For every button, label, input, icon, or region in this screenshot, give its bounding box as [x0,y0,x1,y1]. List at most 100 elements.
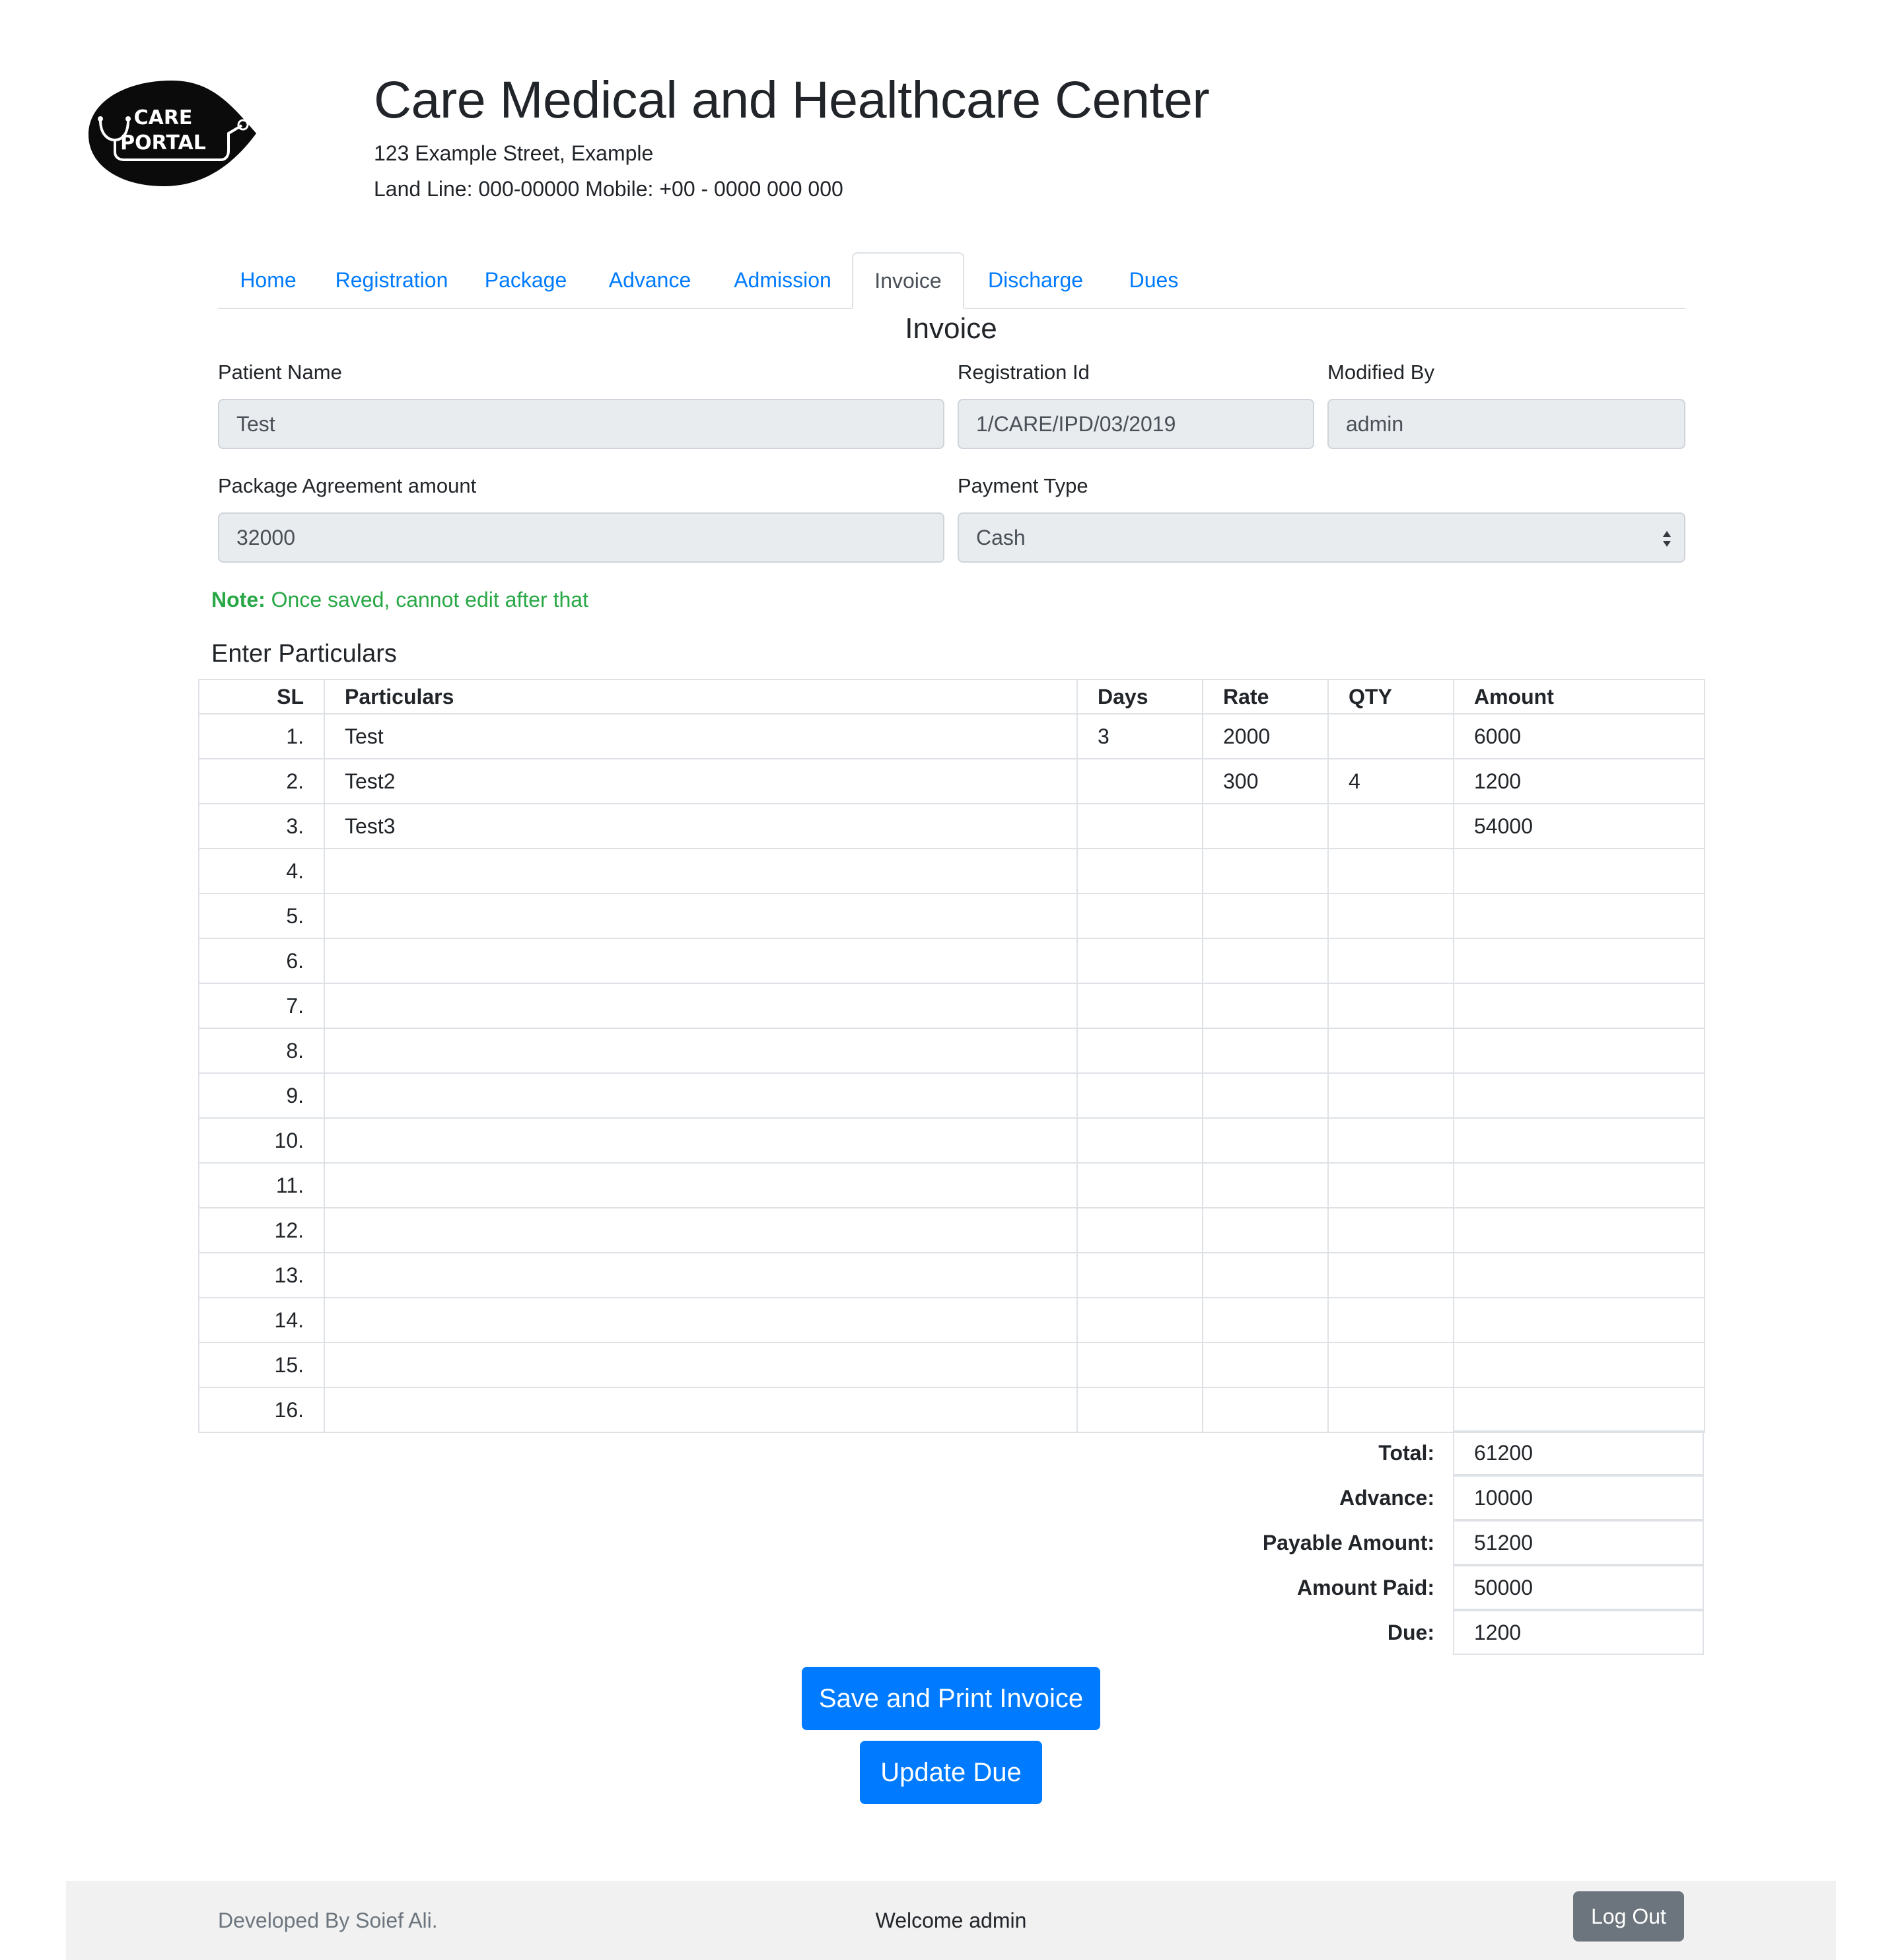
cell-rate[interactable] [1202,1117,1329,1164]
cell-days[interactable] [1076,893,1203,939]
tab-admission[interactable]: Admission [713,252,852,308]
cell-qty[interactable] [1327,1072,1454,1119]
cell-days[interactable] [1076,803,1203,849]
cell-qty[interactable] [1327,893,1454,939]
cell-amount[interactable] [1453,1297,1705,1343]
tab-registration[interactable]: Registration [318,252,465,308]
modified-by-field[interactable] [1327,399,1685,449]
cell-amount[interactable] [1453,1162,1705,1208]
cell-qty[interactable] [1327,803,1454,849]
cell-days[interactable] [1076,848,1203,894]
cell-rate[interactable] [1202,1072,1329,1119]
cell-rate[interactable] [1202,1162,1329,1208]
table-row: 12. [198,1207,1705,1253]
cell-amount[interactable] [1453,1342,1705,1388]
cell-days[interactable] [1076,758,1203,804]
update-due-button[interactable]: Update Due [860,1741,1042,1804]
cell-particulars[interactable] [324,1028,1078,1074]
cell-rate[interactable] [1202,1342,1329,1388]
cell-amount[interactable] [1453,1387,1705,1433]
cell-amount[interactable] [1453,1117,1705,1164]
cell-qty[interactable] [1327,1207,1454,1253]
cell-amount[interactable]: 6000 [1453,713,1705,759]
cell-qty[interactable] [1327,1117,1454,1164]
cell-particulars[interactable] [324,1387,1078,1433]
cell-amount[interactable] [1453,1207,1705,1253]
logout-button[interactable]: Log Out [1573,1891,1684,1942]
cell-qty[interactable] [1327,1297,1454,1343]
patient-name-field[interactable] [218,399,944,449]
cell-days[interactable] [1076,1252,1203,1298]
payment-type-select[interactable]: Cash [958,512,1685,563]
cell-days[interactable] [1076,1117,1203,1164]
tab-dues[interactable]: Dues [1107,252,1201,308]
cell-qty[interactable] [1327,1342,1454,1388]
cell-amount[interactable] [1453,983,1705,1029]
cell-days[interactable]: 3 [1076,713,1203,759]
cell-days[interactable] [1076,1207,1203,1253]
cell-rate[interactable] [1202,1028,1329,1074]
cell-rate[interactable] [1202,983,1329,1029]
cell-rate[interactable]: 2000 [1202,713,1329,759]
cell-particulars[interactable] [324,1252,1078,1298]
cell-amount[interactable] [1453,848,1705,894]
tab-advance[interactable]: Advance [586,252,713,308]
cell-qty[interactable]: 4 [1327,758,1454,804]
cell-days[interactable] [1076,1162,1203,1208]
cell-rate[interactable] [1202,938,1329,984]
cell-qty[interactable] [1327,1387,1454,1433]
save-print-invoice-button[interactable]: Save and Print Invoice [802,1667,1100,1730]
cell-amount[interactable]: 1200 [1453,758,1705,804]
cell-rate[interactable] [1202,1252,1329,1298]
cell-days[interactable] [1076,1072,1203,1119]
total-value[interactable]: 50000 [1453,1565,1704,1610]
cell-particulars[interactable]: Test [324,713,1078,759]
cell-days[interactable] [1076,983,1203,1029]
cell-amount[interactable]: 54000 [1453,803,1705,849]
tab-home[interactable]: Home [218,252,318,308]
cell-qty[interactable] [1327,1252,1454,1298]
cell-qty[interactable] [1327,938,1454,984]
cell-particulars[interactable] [324,1297,1078,1343]
cell-qty[interactable] [1327,713,1454,759]
cell-rate[interactable] [1202,1387,1329,1433]
cell-days[interactable] [1076,1387,1203,1433]
cell-particulars[interactable]: Test3 [324,803,1078,849]
cell-amount[interactable] [1453,1028,1705,1074]
cell-qty[interactable] [1327,1028,1454,1074]
cell-days[interactable] [1076,1342,1203,1388]
cell-amount[interactable] [1453,1072,1705,1119]
cell-days[interactable] [1076,1297,1203,1343]
cell-particulars[interactable] [324,1342,1078,1388]
tab-invoice[interactable]: Invoice [852,252,964,309]
total-label: Payable Amount: [1262,1531,1434,1555]
cell-qty[interactable] [1327,983,1454,1029]
cell-particulars[interactable] [324,983,1078,1029]
cell-days[interactable] [1076,938,1203,984]
cell-qty[interactable] [1327,1162,1454,1208]
cell-particulars[interactable] [324,1117,1078,1164]
cell-amount[interactable] [1453,1252,1705,1298]
registration-id-field[interactable] [958,399,1314,449]
cell-particulars[interactable] [324,1072,1078,1119]
cell-days[interactable] [1076,1028,1203,1074]
cell-particulars[interactable] [324,1207,1078,1253]
cell-rate[interactable] [1202,848,1329,894]
cell-particulars[interactable]: Test2 [324,758,1078,804]
cell-particulars[interactable] [324,848,1078,894]
cell-rate[interactable] [1202,803,1329,849]
cell-particulars[interactable] [324,1162,1078,1208]
tab-discharge[interactable]: Discharge [964,252,1107,308]
cell-particulars[interactable] [324,938,1078,984]
cell-sl: 5. [198,893,325,939]
cell-qty[interactable] [1327,848,1454,894]
cell-particulars[interactable] [324,893,1078,939]
cell-amount[interactable] [1453,938,1705,984]
cell-rate[interactable] [1202,893,1329,939]
cell-rate[interactable]: 300 [1202,758,1329,804]
cell-rate[interactable] [1202,1297,1329,1343]
package-amount-field[interactable] [218,512,944,563]
tab-package[interactable]: Package [465,252,586,308]
cell-rate[interactable] [1202,1207,1329,1253]
cell-amount[interactable] [1453,893,1705,939]
